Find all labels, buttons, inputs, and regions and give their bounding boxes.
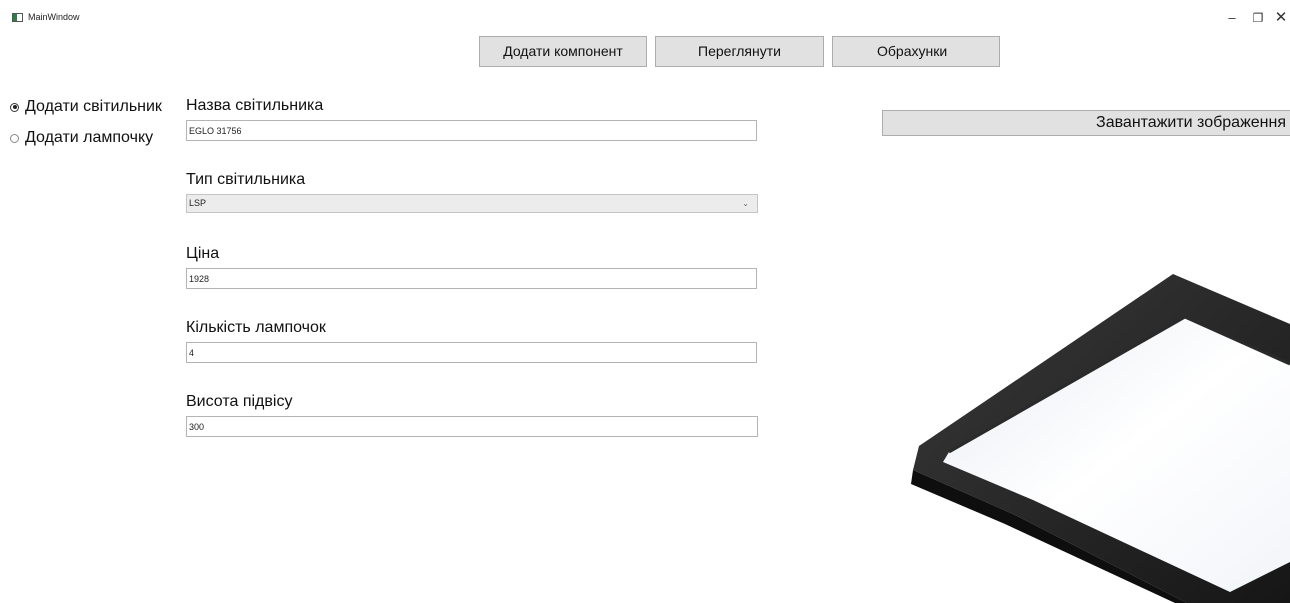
- add-bulb-label: Додати лампочку: [25, 129, 154, 146]
- fixture-name-input[interactable]: [186, 120, 757, 141]
- chevron-down-icon: ⌄: [742, 199, 749, 208]
- add-fixture-label: Додати світильник: [25, 98, 162, 115]
- fixture-type-value: LSP: [189, 198, 207, 208]
- add-component-button[interactable]: Додати компонент: [479, 36, 647, 67]
- suspension-height-label: Висота підвісу: [186, 393, 293, 410]
- fixture-type-select[interactable]: LSP ⌄: [186, 194, 758, 213]
- fixture-name-label: Назва світильника: [186, 97, 324, 114]
- radio-checked-icon: [10, 102, 19, 112]
- add-fixture-radio[interactable]: Додати світильник: [10, 96, 162, 118]
- add-bulb-radio[interactable]: Додати лампочку: [10, 127, 153, 149]
- view-button[interactable]: Переглянути: [655, 36, 824, 67]
- maximize-icon[interactable]: ❐: [1250, 10, 1266, 26]
- calculations-button[interactable]: Обрахунки: [832, 36, 1000, 67]
- title-bar: MainWindow – ❐ ✕: [0, 0, 1290, 30]
- fixture-type-label: Тип світильника: [186, 171, 306, 188]
- square-ceiling-lamp-image: [911, 274, 1290, 603]
- suspension-height-input[interactable]: [186, 416, 758, 437]
- minimize-icon[interactable]: –: [1224, 10, 1240, 26]
- app-window-icon: [12, 13, 23, 22]
- main-window: MainWindow – ❐ ✕ Додати компонент Перегл…: [0, 0, 1290, 603]
- bulb-count-input[interactable]: [186, 342, 757, 363]
- window-title: MainWindow: [28, 12, 80, 22]
- close-icon[interactable]: ✕: [1273, 10, 1289, 26]
- radio-unchecked-icon: [10, 133, 19, 143]
- upload-image-button[interactable]: Завантажити зображення: [882, 110, 1290, 136]
- bulb-count-label: Кількість лампочок: [186, 319, 326, 336]
- price-input[interactable]: [186, 268, 757, 289]
- price-label: Ціна: [186, 245, 220, 262]
